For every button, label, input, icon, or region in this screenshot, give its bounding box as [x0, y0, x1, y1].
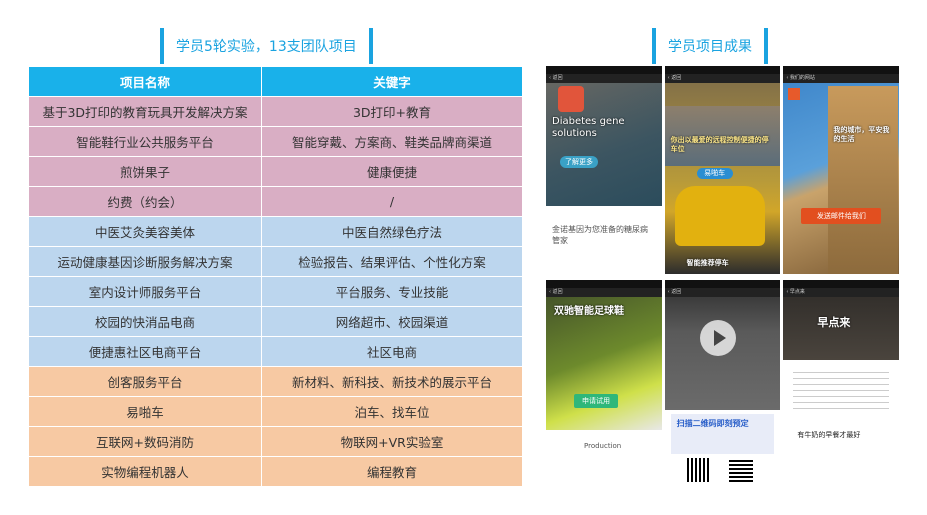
keywords-cell: 物联网+VR实验室 — [340, 435, 444, 450]
table-row: 煎饼果子 健康便捷 — [29, 156, 522, 186]
heading-accent-bar — [764, 28, 768, 64]
table-row: 中医艾灸美容美体 中医自然绿色疗法 — [29, 216, 522, 246]
project-name-cell: 智能鞋行业公共服务平台 — [29, 127, 262, 156]
keywords-cell: 网络超市、校园渠道 — [335, 315, 449, 330]
screenshot-breakfast-app: ‹ 早点来 早点来 有牛奶的早餐才最好 — [783, 280, 900, 493]
table-row: 易啪车 泊车、找车位 — [29, 396, 522, 426]
project-name-cell: 创客服务平台 — [29, 367, 262, 396]
keywords-cell: 中医自然绿色疗法 — [341, 225, 442, 240]
keywords-cell: / — [389, 194, 395, 209]
screenshot-parking-app: ‹ 返回 你出以最爱的远程控制便捷的停车位 易啪车 智能推荐停车 — [664, 66, 781, 274]
send-email-button: 发送邮件给我们 — [801, 208, 882, 224]
keywords-cell: 健康便捷 — [366, 165, 417, 180]
screenshot-headline: 我的城市，平安我的生活 — [833, 126, 890, 143]
keywords-cell: 检验报告、结果评估、个性化方案 — [298, 255, 486, 270]
table-row: 实物编程机器人 编程教育 — [29, 456, 522, 486]
qr-code-icon — [686, 458, 711, 482]
table-body: 基于3D打印的教育玩具开发解决方案 3D打印+教育智能鞋行业公共服务平台 智能穿戴、… — [29, 96, 522, 486]
parking-button: 易啪车 — [696, 168, 733, 179]
screenshot-caption: Production — [584, 442, 622, 450]
project-name-cell: 运动健康基因诊断服务解决方案 — [29, 247, 262, 276]
keywords-cell: 平台服务、专业技能 — [335, 285, 449, 300]
table-row: 创客服务平台 新材料、新科技、新技术的展示平台 — [29, 366, 522, 396]
table-row: 运动健康基因诊断服务解决方案 检验报告、结果评估、个性化方案 — [29, 246, 522, 276]
table-heading: 学员5轮实验，13支团队项目 — [160, 28, 373, 64]
project-name-cell: 校园的快消品电商 — [29, 307, 262, 336]
screenshot-title: 早点来 — [817, 316, 851, 329]
column-header-keywords: 关键字 — [373, 75, 411, 90]
project-name-cell: 实物编程机器人 — [29, 457, 262, 486]
screenshot-footer: 智能推荐停车 — [686, 259, 729, 267]
table-row: 智能鞋行业公共服务平台 智能穿戴、方案商、鞋类品牌商渠道 — [29, 126, 522, 156]
table-row: 校园的快消品电商 网络超市、校园渠道 — [29, 306, 522, 336]
project-name-cell: 基于3D打印的教育玩具开发解决方案 — [29, 97, 262, 126]
qr-code-icon — [728, 458, 753, 482]
results-heading: 学员项目成果 — [652, 28, 768, 64]
table-row: 约费（约会） / — [29, 186, 522, 216]
screenshot-headline: 扫描二维码即刻预定 — [676, 419, 749, 428]
screenshot-robot-app: ‹ 返回 扫描二维码即刻预定 — [664, 280, 781, 493]
keywords-cell: 3D打印+教育 — [352, 105, 432, 120]
column-header-project-name: 项目名称 — [29, 67, 262, 96]
heading-accent-bar — [368, 28, 373, 64]
screenshot-headline: 你出以最爱的远程控制便捷的停车位 — [670, 136, 769, 153]
screenshot-city-app: ‹ 我们的网站 我的城市，平安我的生活 发送邮件给我们 — [783, 66, 900, 274]
app-logo — [558, 86, 584, 112]
project-name-cell: 易啪车 — [29, 397, 262, 426]
screenshot-football-shoe-app: ‹ 返回 双驰智能足球鞋 申请试用 Production — [546, 280, 662, 493]
screenshot-row-top: ‹ 返回 Diabetes gene solutions 了解更多 金诺基因为您… — [546, 66, 900, 274]
table-row: 互联网+数码消防 物联网+VR实验室 — [29, 426, 522, 456]
screenshot-row-bottom: ‹ 返回 双驰智能足球鞋 申请试用 Production ‹ 返回 扫描二维码即… — [546, 280, 900, 493]
screenshot-title: 双驰智能足球鞋 — [554, 306, 624, 317]
results-heading-text: 学员项目成果 — [668, 39, 752, 55]
play-icon — [713, 330, 726, 346]
table-row: 室内设计师服务平台 平台服务、专业技能 — [29, 276, 522, 306]
screenshot-caption: 有牛奶的早餐才最好 — [797, 431, 861, 439]
keywords-cell: 智能穿戴、方案商、鞋类品牌商渠道 — [291, 135, 492, 150]
keywords-cell: 新材料、新科技、新技术的展示平台 — [291, 375, 492, 390]
screenshot-caption: 金诺基因为您准备的糖尿病管家 — [552, 225, 648, 245]
project-name-cell: 煎饼果子 — [29, 157, 262, 186]
screenshot-title: Diabetes gene solutions — [552, 116, 625, 139]
learn-more-button: 了解更多 — [560, 156, 598, 168]
keywords-cell: 泊车、找车位 — [354, 405, 430, 420]
table-heading-text: 学员5轮实验，13支团队项目 — [176, 39, 357, 55]
project-name-cell: 约费（约会） — [29, 187, 262, 216]
app-logo — [788, 88, 801, 100]
project-name-cell: 室内设计师服务平台 — [29, 277, 262, 306]
screenshot-diabetes-app: ‹ 返回 Diabetes gene solutions 了解更多 金诺基因为您… — [546, 66, 662, 274]
project-name-cell: 便捷惠社区电商平台 — [29, 337, 262, 366]
table-header-row: 项目名称 关键字 — [29, 67, 522, 96]
apply-trial-button: 申请试用 — [574, 394, 618, 408]
keywords-cell: 社区电商 — [366, 345, 417, 360]
project-name-cell: 中医艾灸美容美体 — [29, 217, 262, 246]
table-row: 便捷惠社区电商平台 社区电商 — [29, 336, 522, 366]
table-row: 基于3D打印的教育玩具开发解决方案 3D打印+教育 — [29, 96, 522, 126]
projects-table: 项目名称 关键字 基于3D打印的教育玩具开发解决方案 3D打印+教育智能鞋行业公共… — [29, 67, 522, 486]
project-name-cell: 互联网+数码消防 — [29, 427, 262, 456]
keywords-cell: 编程教育 — [366, 465, 417, 480]
